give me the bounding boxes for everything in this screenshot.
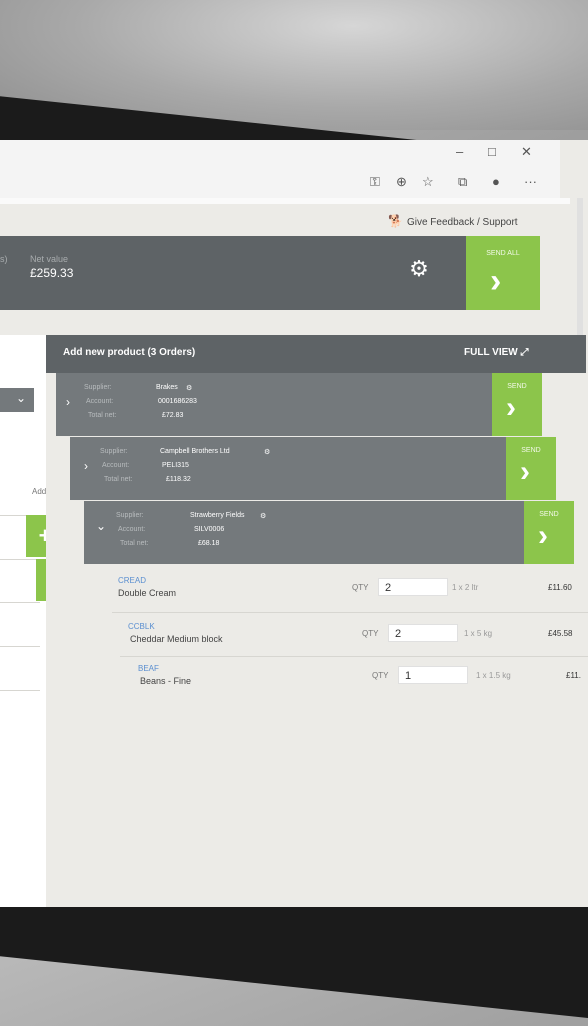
- add-column-header: Add: [32, 487, 47, 496]
- key-icon[interactable]: ⚿: [370, 174, 380, 190]
- dropdown-button[interactable]: ⌄: [0, 388, 34, 412]
- divider: [120, 656, 588, 657]
- line-price: £11.: [566, 671, 581, 680]
- maximize-button[interactable]: □: [488, 144, 496, 159]
- order-count-fragment: s): [0, 254, 8, 264]
- chevron-down-icon: ⌄: [96, 519, 107, 533]
- chevron-right-icon: ›: [490, 262, 502, 300]
- line-price: £11.60: [548, 583, 572, 592]
- chevron-right-icon: ›: [66, 395, 70, 409]
- send-button[interactable]: SEND ›: [492, 373, 542, 436]
- gear-icon[interactable]: ⚙: [260, 512, 266, 520]
- gear-icon[interactable]: ⚙: [408, 258, 430, 280]
- full-view-label: FULL VIEW: [464, 347, 518, 358]
- send-label: SEND: [521, 447, 541, 454]
- zoom-icon[interactable]: ⊕: [396, 174, 407, 190]
- full-view-button[interactable]: FULL VIEW ⤢: [464, 347, 528, 358]
- minimize-button[interactable]: –: [456, 144, 463, 159]
- account-select[interactable]: PELI315: [162, 462, 189, 469]
- product-row: CREAD Double Cream QTY 2 1 x 2 ltr £11.6…: [0, 572, 588, 608]
- supplier-name: Campbell Brothers Ltd: [160, 448, 230, 455]
- product-code[interactable]: CCBLK: [128, 622, 155, 631]
- total-label: Total net:: [120, 540, 149, 547]
- order-row[interactable]: › Supplier: Brakes ⚙ Account: 0001686283…: [56, 373, 492, 436]
- send-label: SEND: [539, 511, 559, 518]
- feedback-link[interactable]: 🐕 Give Feedback / Support: [388, 214, 518, 228]
- more-icon[interactable]: ···: [524, 174, 537, 189]
- screen: – □ ✕ ⚿ ⊕ ☆ ⧉ ● ··· 🐕 Give Feedback / Sup…: [0, 140, 588, 907]
- divider: [0, 559, 40, 560]
- qty-input[interactable]: 1: [398, 666, 468, 684]
- total-value: £72.83: [162, 412, 184, 419]
- net-value-label: Net value: [30, 254, 69, 264]
- qty-label: QTY: [372, 671, 389, 680]
- pack-size: 1 x 1.5 kg: [476, 671, 511, 680]
- net-value: £259.33: [30, 266, 74, 280]
- qty-label: QTY: [362, 629, 379, 638]
- feedback-label: Give Feedback / Support: [406, 217, 518, 228]
- product-name: Beans - Fine: [140, 676, 192, 686]
- panel-title: Add new product (3 Orders): [63, 347, 196, 358]
- chevron-right-icon: ›: [84, 459, 88, 473]
- qty-input[interactable]: 2: [378, 578, 448, 596]
- product-name: Double Cream: [118, 588, 177, 598]
- chevron-right-icon: ›: [538, 519, 548, 552]
- pack-size: 1 x 5 kg: [464, 629, 493, 638]
- line-price: £45.58: [548, 629, 573, 638]
- product-row: BEAF Beans - Fine QTY 1 1 x 1.5 kg £11.: [0, 660, 588, 696]
- account-select[interactable]: SILV0006: [194, 526, 224, 533]
- order-row[interactable]: › Supplier: Campbell Brothers Ltd ⚙ Acco…: [70, 437, 506, 500]
- total-value: £118.32: [166, 476, 191, 483]
- supplier-label: Supplier:: [84, 384, 112, 391]
- total-label: Total net:: [104, 476, 133, 483]
- send-label: SEND: [507, 383, 527, 390]
- supplier-label: Supplier:: [116, 512, 144, 519]
- panel-header: Add new product (3 Orders) FULL VIEW ⤢: [46, 335, 586, 373]
- send-button[interactable]: SEND ›: [506, 437, 556, 500]
- qty-input[interactable]: 2: [388, 624, 458, 642]
- browser-chrome: – □ ✕ ⚿ ⊕ ☆ ⧉ ● ···: [0, 140, 560, 199]
- divider: [112, 612, 588, 613]
- product-name: Cheddar Medium block: [130, 634, 223, 644]
- order-row[interactable]: ⌄ Supplier: Strawberry Fields ⚙ Account:…: [84, 501, 524, 564]
- supplier-name: Brakes: [156, 384, 178, 391]
- summary-bar: s) Net value £259.33: [0, 236, 540, 310]
- collections-icon[interactable]: ⧉: [458, 174, 467, 190]
- send-button[interactable]: SEND ›: [524, 501, 574, 564]
- gear-icon[interactable]: ⚙: [186, 384, 192, 392]
- product-code[interactable]: BEAF: [138, 664, 159, 673]
- profile-avatar[interactable]: ●: [492, 174, 500, 189]
- qty-label: QTY: [352, 583, 369, 592]
- total-label: Total net:: [88, 412, 117, 419]
- close-button[interactable]: ✕: [521, 144, 532, 160]
- send-all-button[interactable]: SEND ALL ›: [466, 236, 540, 310]
- dog-icon: 🐕: [388, 214, 403, 228]
- chevron-right-icon: ›: [520, 455, 530, 488]
- supplier-label: Supplier:: [100, 448, 128, 455]
- chevron-right-icon: ›: [506, 391, 516, 424]
- chevron-down-icon: ⌄: [16, 391, 27, 405]
- favorite-icon[interactable]: ☆: [422, 174, 434, 190]
- supplier-name: Strawberry Fields: [190, 512, 245, 519]
- pack-size: 1 x 2 ltr: [452, 583, 479, 592]
- account-label: Account:: [86, 398, 114, 405]
- expand-icon: ⤢: [520, 347, 529, 358]
- product-row: CCBLK Cheddar Medium block QTY 2 1 x 5 k…: [0, 618, 588, 654]
- send-all-label: SEND ALL: [486, 250, 520, 257]
- account-label: Account:: [118, 526, 146, 533]
- product-code[interactable]: CREAD: [118, 576, 146, 585]
- account-select[interactable]: 0001686283: [158, 398, 197, 405]
- total-value: £68.18: [198, 540, 220, 547]
- separator: [0, 198, 570, 204]
- gear-icon[interactable]: ⚙: [264, 448, 270, 456]
- account-label: Account:: [102, 462, 130, 469]
